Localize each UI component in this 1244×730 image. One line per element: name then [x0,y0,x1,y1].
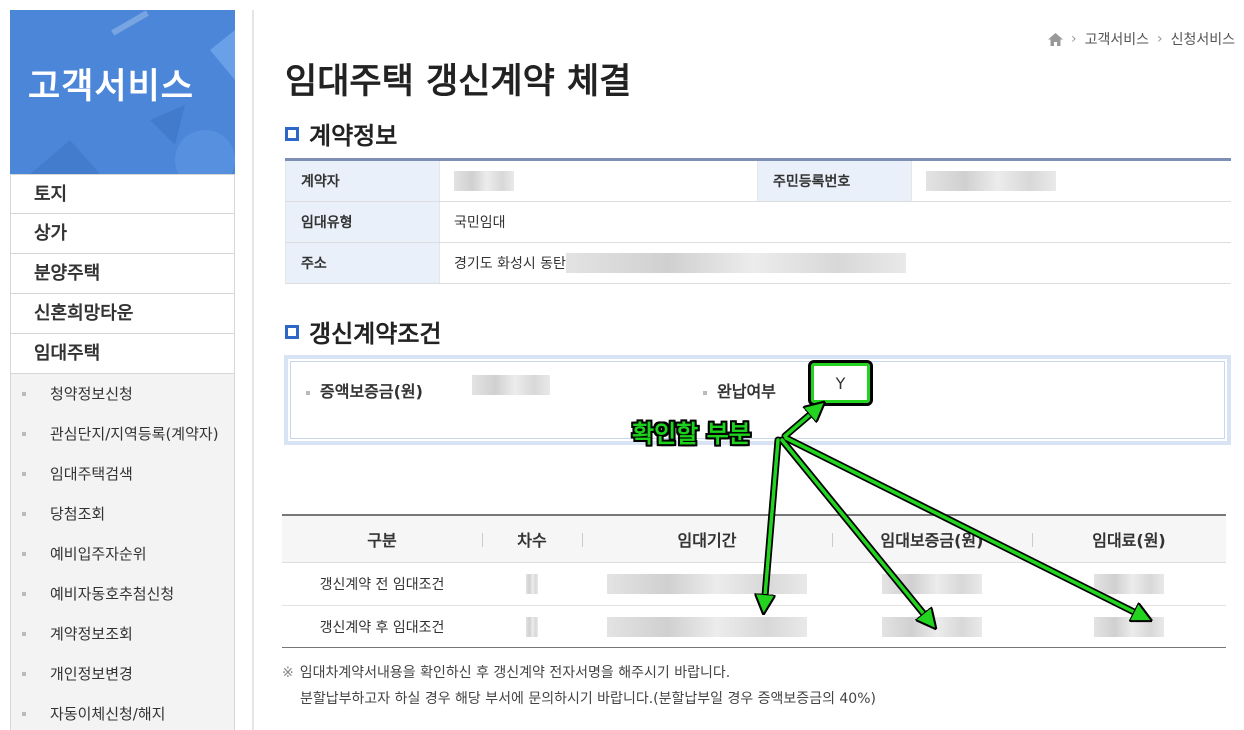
annotation-arrows [0,0,1244,730]
annotation-arrow [784,436,1146,618]
annotation-arrow [780,438,932,624]
annotation-arrow [783,406,820,438]
annotation-arrow [764,438,780,608]
annotation-label: 확인할 부분 [632,420,751,448]
